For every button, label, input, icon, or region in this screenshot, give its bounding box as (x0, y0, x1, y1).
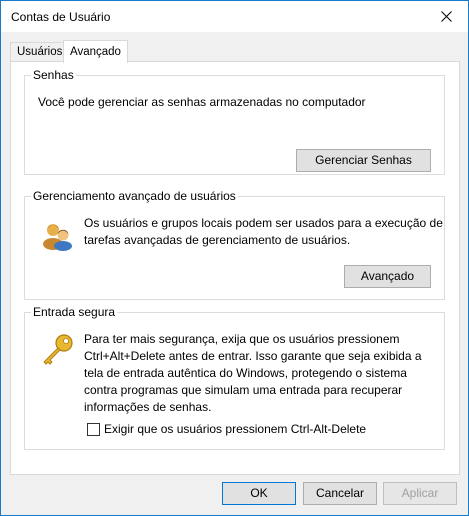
passwords-group-label: Senhas (31, 68, 76, 82)
apply-button[interactable]: Aplicar (383, 482, 457, 505)
advanced-users-description-line2: tarefas avançadas de gerenciamento de us… (84, 233, 351, 247)
secure-logon-description-line2: Ctrl+Alt+Delete antes de entrar. Isso ga… (84, 349, 422, 363)
secure-logon-description-line4: contra programas que simulam uma entrada… (84, 383, 403, 397)
manage-passwords-button[interactable]: Gerenciar Senhas (296, 149, 431, 172)
secure-logon-description-line1: Para ter mais segurança, exija que os us… (84, 332, 400, 346)
key-icon (43, 334, 73, 365)
title-bar[interactable]: Contas de Usuário (1, 1, 468, 32)
require-ctrl-alt-delete-label[interactable]: Exigir que os usuários pressionem Ctrl-A… (104, 421, 366, 438)
cancel-button[interactable]: Cancelar (303, 482, 377, 505)
tab-avancado[interactable]: Avançado (63, 40, 128, 63)
secure-logon-group-label: Entrada segura (31, 305, 118, 319)
close-icon (440, 11, 452, 22)
tab-panel-avancado: Senhas Você pode gerenciar as senhas arm… (10, 61, 460, 475)
secure-logon-description-line3: tela de entrada autêntica do Windows, pr… (84, 366, 407, 380)
close-button[interactable] (424, 1, 468, 32)
require-ctrl-alt-delete-checkbox[interactable] (87, 423, 100, 436)
passwords-group: Senhas Você pode gerenciar as senhas arm… (24, 68, 445, 175)
secure-logon-description-line5: informações de senhas. (84, 400, 212, 414)
passwords-description: Você pode gerenciar as senhas armazenada… (38, 95, 366, 109)
advanced-users-group: Gerenciamento avançado de usuários Os us… (24, 189, 445, 300)
ok-button[interactable]: OK (222, 482, 296, 505)
dialog-window: Contas de Usuário Usuários Avançado Senh… (0, 0, 469, 516)
tab-usuarios[interactable]: Usuários (10, 42, 70, 62)
secure-logon-group: Entrada segura Para ter mais segurança, … (24, 305, 445, 450)
window-title: Contas de Usuário (11, 10, 111, 24)
advanced-users-description-line1: Os usuários e grupos locais podem ser us… (84, 216, 443, 230)
users-icon (43, 224, 72, 251)
advanced-button[interactable]: Avançado (344, 265, 431, 288)
advanced-users-group-label: Gerenciamento avançado de usuários (31, 189, 238, 203)
